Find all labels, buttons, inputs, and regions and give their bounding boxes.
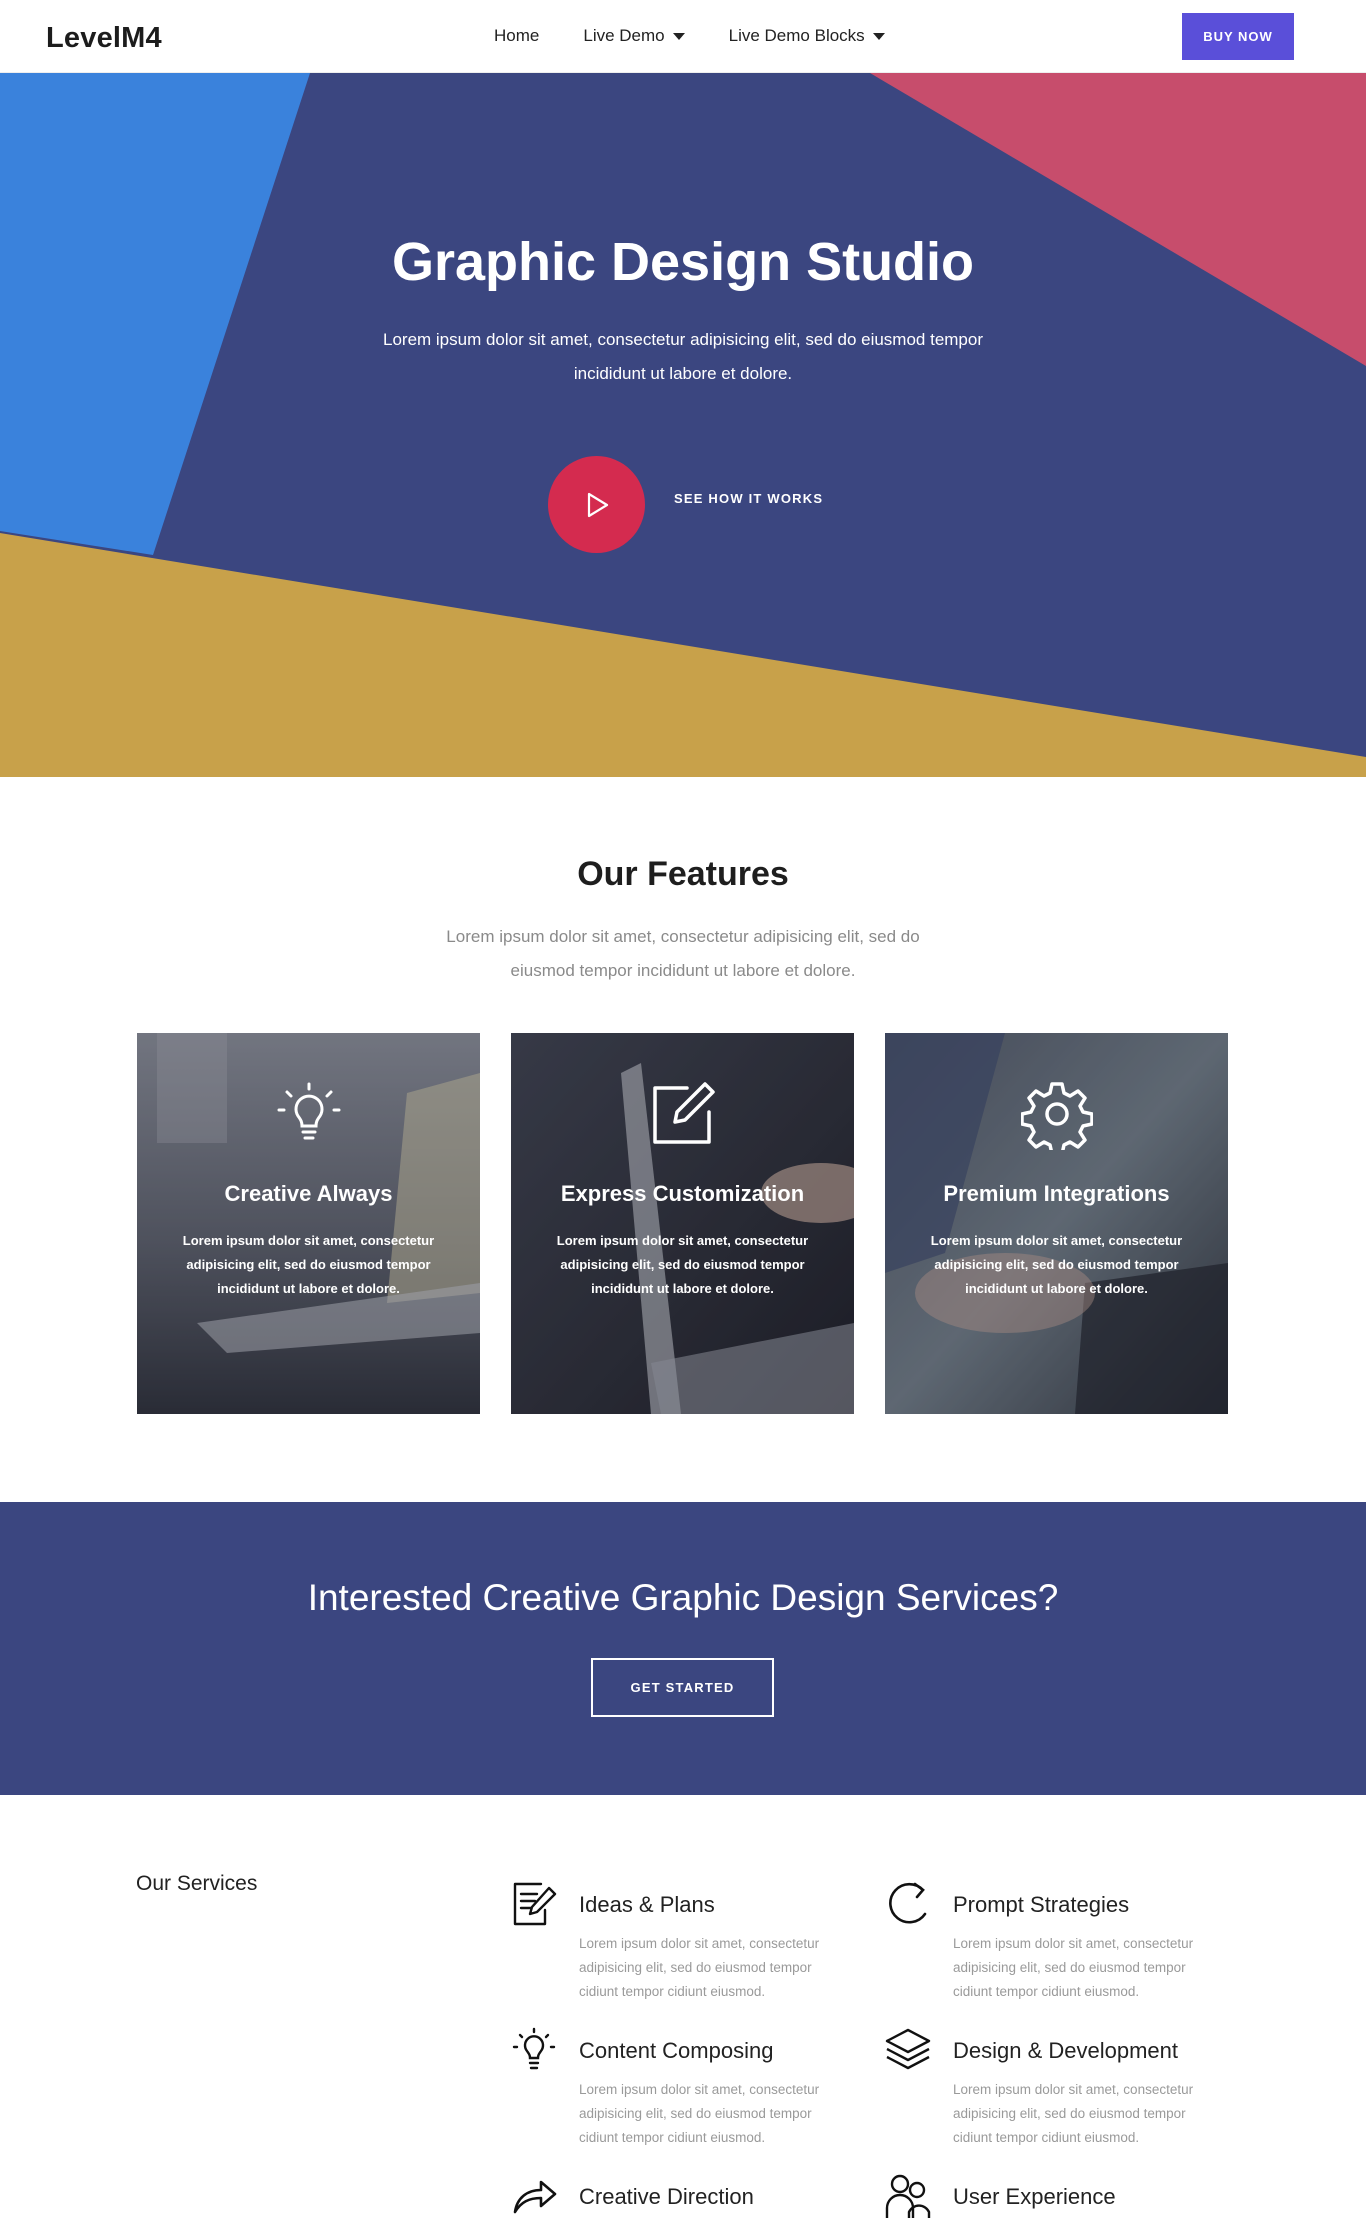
cta-band: Interested Creative Graphic Design Servi…: [0, 1502, 1366, 1795]
feature-card-premium-integrations[interactable]: Premium Integrations Lorem ipsum dolor s…: [885, 1033, 1228, 1414]
services-heading: Our Services: [136, 1872, 258, 1895]
nav-live-demo[interactable]: Live Demo: [583, 26, 685, 46]
service-title: Creative Direction: [579, 2184, 754, 2209]
card-text: Lorem ipsum dolor sit amet, consectetur …: [556, 1233, 809, 1296]
service-item-ideas-plans[interactable]: Ideas & Plans Lorem ipsum dolor sit amet…: [511, 1880, 851, 2010]
nav-live-demo-blocks[interactable]: Live Demo Blocks: [729, 26, 885, 46]
caret-down-icon: [872, 32, 885, 40]
play-icon: [587, 492, 608, 517]
gear-icon: [1021, 1082, 1093, 1150]
get-started-button[interactable]: GET STARTED: [591, 1658, 774, 1717]
service-item-user-experience[interactable]: User Experience: [885, 2172, 1225, 2222]
service-text: Lorem ipsum dolor sit amet, consectetur …: [579, 1936, 820, 1999]
service-item-content-composing[interactable]: Content Composing Lorem ipsum dolor sit …: [511, 2026, 851, 2156]
layers-icon: [885, 2028, 931, 2070]
features-subtitle: Lorem ipsum dolor sit amet, consectetur …: [446, 927, 920, 980]
service-text: Lorem ipsum dolor sit amet, consectetur …: [579, 2082, 820, 2145]
service-text: Lorem ipsum dolor sit amet, consectetur …: [953, 2082, 1194, 2145]
hero-gold-shape: [0, 533, 1366, 777]
service-item-creative-direction[interactable]: Creative Direction: [511, 2172, 851, 2222]
nav-live-demo-label: Live Demo: [583, 26, 665, 45]
feature-card-express-customization[interactable]: Express Customization Lorem ipsum dolor …: [511, 1033, 854, 1414]
buy-now-button[interactable]: BUY NOW: [1182, 13, 1294, 60]
logo[interactable]: LevelM4: [46, 22, 162, 55]
refresh-icon: [889, 1882, 927, 1924]
feature-card-creative-always[interactable]: Creative Always Lorem ipsum dolor sit am…: [137, 1033, 480, 1414]
edit-icon: [653, 1082, 715, 1144]
service-title: Prompt Strategies: [953, 1892, 1130, 1917]
service-text: Lorem ipsum dolor sit amet, consectetur …: [953, 1936, 1194, 1999]
lightbulb-icon: [512, 2027, 556, 2070]
service-title: Content Composing: [579, 2038, 774, 2063]
site-header: LevelM4 Home Live Demo Live Demo Blocks …: [0, 0, 1366, 73]
hero-background-shapes: [0, 73, 1366, 777]
lightbulb-icon: [277, 1082, 341, 1140]
users-icon: [885, 2174, 931, 2218]
features-title: Our Features: [577, 855, 789, 893]
card-title: Premium Integrations: [943, 1181, 1170, 1206]
play-video-button[interactable]: [548, 456, 645, 553]
caret-down-icon: [672, 32, 685, 40]
cta-title: Interested Creative Graphic Design Servi…: [307, 1577, 1059, 1618]
service-title: User Experience: [953, 2184, 1116, 2209]
service-item-prompt-strategies[interactable]: Prompt Strategies Lorem ipsum dolor sit …: [885, 1880, 1225, 2010]
hero-blue-shape: [0, 73, 310, 555]
nav-home-label: Home: [494, 26, 540, 45]
card-title: Creative Always: [224, 1181, 393, 1206]
share-arrow-icon: [513, 2180, 557, 2214]
hero-section: Graphic Design Studio Lorem ipsum dolor …: [0, 73, 1366, 777]
nav-live-demo-blocks-label: Live Demo Blocks: [728, 26, 865, 45]
main-nav: Home Live Demo Live Demo Blocks: [494, 26, 885, 46]
see-how-it-works-link[interactable]: SEE HOW IT WORKS: [674, 491, 823, 506]
card-title: Express Customization: [560, 1181, 805, 1206]
service-title: Design & Development: [953, 2038, 1179, 2063]
card-text: Lorem ipsum dolor sit amet, consectetur …: [930, 1233, 1183, 1296]
service-title: Ideas & Plans: [579, 1892, 715, 1917]
hero-subtitle: Lorem ipsum dolor sit amet, consectetur …: [383, 330, 984, 383]
hero-title: Graphic Design Studio: [391, 232, 975, 292]
service-item-design-development[interactable]: Design & Development Lorem ipsum dolor s…: [885, 2026, 1225, 2156]
card-text: Lorem ipsum dolor sit amet, consectetur …: [182, 1233, 435, 1296]
document-edit-icon: [513, 1882, 557, 1926]
nav-home[interactable]: Home: [494, 26, 539, 46]
